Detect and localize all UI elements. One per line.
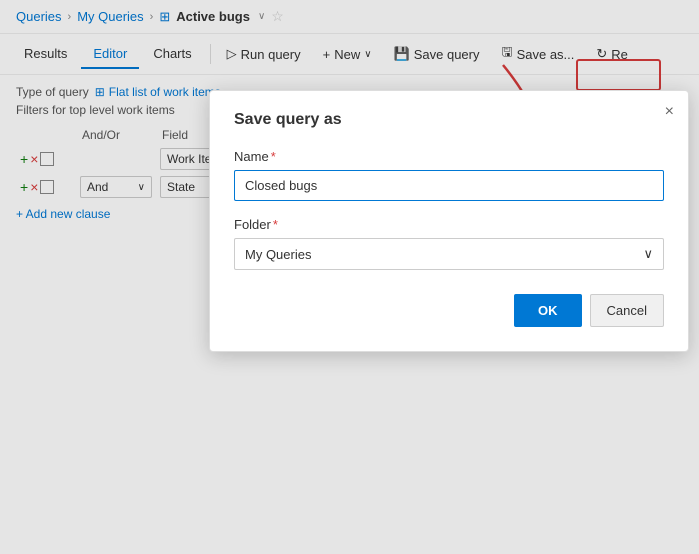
save-as-modal: Save query as × Name* Folder* My Queries… [209, 90, 689, 352]
modal-actions: OK Cancel [234, 294, 664, 327]
name-field-label: Name* [234, 149, 664, 164]
modal-close-button[interactable]: × [665, 103, 674, 121]
chevron-down-icon: ∨ [643, 246, 653, 262]
ok-button[interactable]: OK [514, 294, 582, 327]
modal-overlay: Save query as × Name* Folder* My Queries… [0, 0, 699, 554]
folder-field-label: Folder* [234, 217, 664, 232]
cancel-button[interactable]: Cancel [590, 294, 664, 327]
name-input[interactable] [234, 170, 664, 201]
modal-title: Save query as [234, 111, 664, 129]
folder-select[interactable]: My Queries ∨ [234, 238, 664, 270]
